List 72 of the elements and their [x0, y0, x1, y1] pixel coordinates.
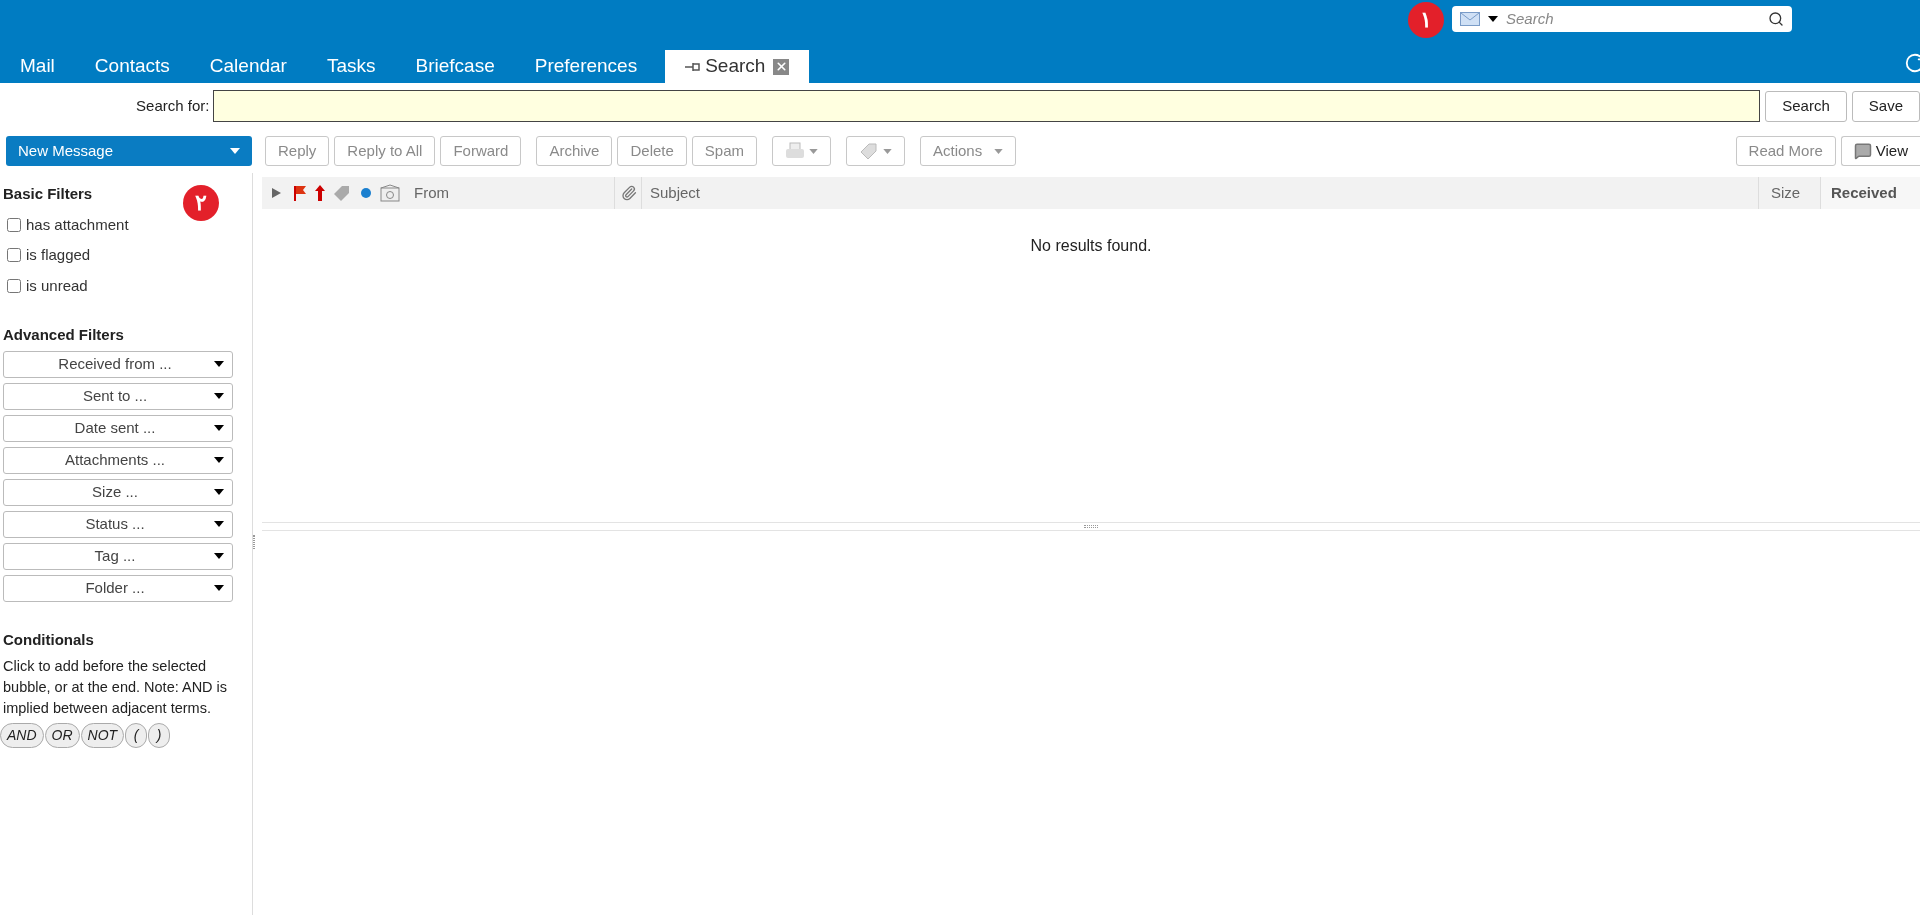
new-message-button[interactable]: New Message — [6, 136, 252, 166]
filter-dropdown[interactable]: Size ... — [3, 478, 233, 506]
envelope-icon — [1460, 12, 1480, 26]
caret-icon — [214, 425, 224, 431]
search-bar-button[interactable]: Save — [1851, 90, 1920, 122]
caret-icon — [230, 148, 240, 154]
expand-triangle-icon[interactable] — [272, 188, 281, 198]
operator-bubble[interactable]: ( — [125, 723, 148, 748]
close-icon[interactable] — [773, 58, 790, 75]
pin-icon — [685, 61, 702, 72]
caret-icon — [1488, 16, 1498, 22]
search-box[interactable]: Search — [1452, 6, 1792, 32]
caret-icon — [214, 521, 224, 527]
filter-label: is flagged — [26, 245, 91, 265]
conditionals-help-text: Click to add before the selected bubble, or at the end. Note: AND is implied between adjacent terms. — [3, 657, 229, 718]
app-tab[interactable]: Contacts — [74, 50, 190, 83]
filter-checkbox[interactable] — [7, 217, 21, 232]
section-heading: Conditionals — [3, 629, 95, 650]
search-for-label: Search for: — [135, 95, 211, 116]
filter-label: is unread — [26, 275, 88, 296]
caret-icon — [809, 148, 818, 154]
column-header[interactable]: Size — [1758, 177, 1820, 209]
filter-dropdown[interactable]: Status ... — [3, 510, 233, 538]
column-header[interactable]: From — [414, 177, 614, 209]
search-icon[interactable] — [1768, 11, 1784, 27]
filter-label: has attachment — [26, 214, 129, 235]
caret-icon — [214, 457, 224, 463]
app-tab[interactable]: Search — [665, 50, 810, 83]
app-tab[interactable]: Preferences — [514, 50, 658, 83]
section-heading: Basic Filters — [3, 184, 93, 204]
search-field[interactable]: Search — [1506, 7, 1760, 31]
filter-dropdown[interactable]: Date sent ... — [3, 414, 233, 442]
operator-bubble[interactable]: AND — [0, 723, 44, 748]
operator-bubble[interactable]: NOT — [80, 723, 125, 748]
caret-icon — [883, 148, 892, 154]
filter-checkbox[interactable] — [7, 248, 21, 263]
app-tab[interactable]: Tasks — [306, 50, 396, 83]
printer-icon — [785, 142, 805, 160]
empty-results-text: No results found. — [1030, 236, 1152, 256]
caret-icon — [214, 393, 224, 399]
app-tab[interactable]: Briefcase — [395, 50, 515, 83]
filter-dropdown[interactable]: Sent to ... — [3, 382, 233, 410]
search-query-field[interactable] — [213, 90, 1761, 122]
annotation-marker: ٢ — [183, 185, 219, 221]
resize-grip-icon[interactable] — [1084, 525, 1098, 528]
up-arrow-icon[interactable] — [315, 185, 325, 201]
flag-icon[interactable] — [293, 185, 307, 201]
caret-icon — [214, 361, 224, 367]
view-menu-button[interactable]: View — [1840, 136, 1920, 166]
app-tab[interactable]: Calendar — [189, 50, 307, 83]
filter-dropdown[interactable]: Attachments ... — [3, 446, 233, 474]
caret-icon — [214, 489, 224, 495]
column-header[interactable]: Received — [1820, 177, 1920, 209]
annotation-marker: ١ — [1408, 2, 1444, 38]
column-header[interactable]: Subject — [641, 177, 1758, 209]
section-heading: Advanced Filters — [3, 325, 125, 345]
filter-dropdown[interactable]: Folder ... — [3, 574, 233, 602]
filter-dropdown[interactable]: Received from ... — [3, 350, 233, 378]
refresh-icon[interactable] — [1904, 52, 1920, 74]
caret-icon — [214, 585, 224, 591]
search-bar-button[interactable]: Search — [1765, 90, 1847, 122]
filter-checkbox[interactable] — [7, 278, 21, 293]
speech-bubble-icon — [1853, 142, 1872, 160]
caret-icon — [214, 553, 224, 559]
operator-bubble[interactable]: ) — [148, 723, 171, 748]
operator-bubble[interactable]: OR — [44, 723, 80, 748]
app-tab[interactable]: Mail — [0, 50, 75, 83]
filter-dropdown[interactable]: Tag ... — [3, 542, 233, 570]
dot-icon[interactable] — [361, 188, 371, 198]
tag-icon — [859, 142, 879, 160]
caret-icon — [994, 148, 1004, 154]
paperclip-icon[interactable] — [621, 185, 637, 201]
